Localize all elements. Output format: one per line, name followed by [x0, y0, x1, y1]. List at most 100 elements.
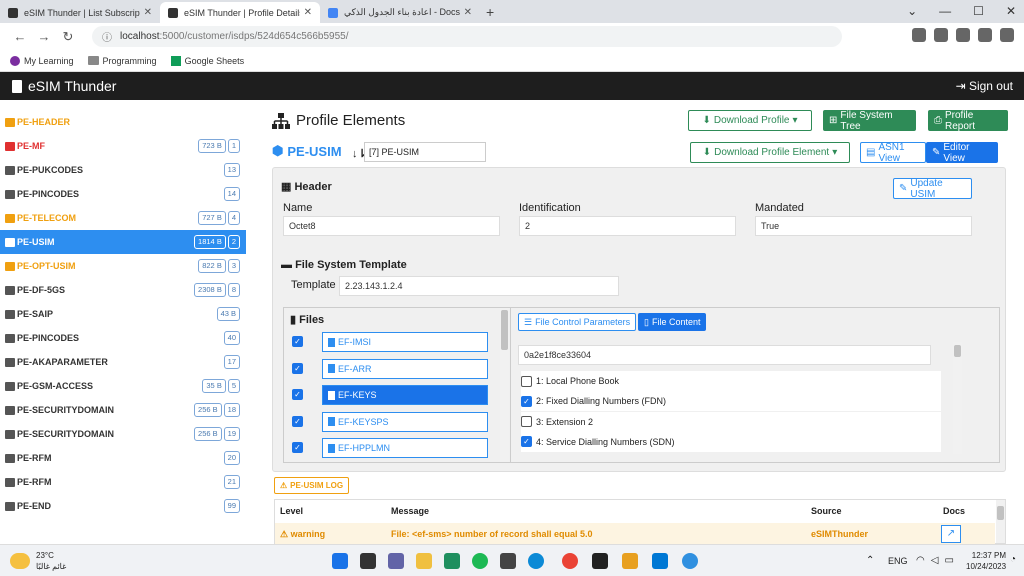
browser-tab-list-subscription[interactable]: eSIM Thunder | List Subscription ✕	[0, 2, 160, 23]
download-profile-element-button[interactable]: ⬇ Download Profile Element ▾	[690, 142, 850, 163]
file-checkbox[interactable]: ✓	[292, 415, 303, 427]
profile-report-button[interactable]: ⎙ Profile Report	[928, 110, 1008, 132]
sidebar-item[interactable]: PE-SECURITYDOMAIN 256 B 18	[0, 398, 246, 422]
sidebar-item[interactable]: PE-RFM 20	[0, 446, 246, 470]
reload-icon[interactable]: ↻	[56, 29, 80, 45]
mandated-field[interactable]: True	[755, 216, 972, 236]
download-profile-button[interactable]: ⬇ Download Profile ▾	[688, 110, 812, 131]
spotify-icon[interactable]	[472, 553, 488, 569]
sidebar-item[interactable]: PE-USIM 1814 B2	[0, 230, 246, 254]
sidebar-item[interactable]: PE-GSM-ACCESS 35 B5	[0, 374, 246, 398]
sign-out-link[interactable]: ⇥ Sign out	[956, 79, 1013, 93]
file-button[interactable]: EF-HPPLMN	[322, 438, 488, 458]
search-icon[interactable]	[360, 553, 376, 569]
notification-icon[interactable]: ◔	[1010, 554, 1016, 565]
tab-file-content[interactable]: ▯ File Content	[638, 313, 707, 331]
map-app-icon[interactable]	[444, 553, 460, 569]
system-tray[interactable]: ◠ ◁ ▭	[916, 555, 954, 566]
site-info-icon[interactable]: ⓘ	[102, 29, 112, 44]
url-input[interactable]: ⓘ localhost:5000/customer/isdps/524d654c…	[92, 26, 842, 47]
maximize-icon[interactable]: ☐	[973, 4, 984, 18]
minimize-icon[interactable]: —	[939, 4, 951, 18]
service-row[interactable]: 3: Extension 2	[521, 411, 941, 432]
app-icon[interactable]	[682, 553, 698, 569]
file-checkbox[interactable]: ✓	[292, 389, 303, 400]
translate-icon[interactable]	[912, 28, 926, 42]
name-field[interactable]: Octet8	[283, 216, 500, 236]
bookmark-star-icon[interactable]	[956, 28, 970, 42]
close-tab-icon[interactable]: ✕	[144, 7, 152, 18]
clock[interactable]: 12:37 PM 10/24/2023	[966, 550, 1006, 572]
sidebar-item[interactable]: PE-SECURITYDOMAIN 256 B 19	[0, 422, 246, 446]
update-usim-button[interactable]: ✎ Update USIM	[893, 178, 972, 200]
folder-icon[interactable]	[622, 553, 638, 569]
service-row[interactable]: ✓ 4: Service Dialling Numbers (SDN)	[521, 431, 941, 452]
file-checkbox[interactable]: ✓	[292, 362, 303, 374]
content-scroll-thumb[interactable]	[954, 345, 961, 357]
sidebar-item[interactable]: PE-OPT-USIM 822 B3	[0, 254, 246, 278]
file-button[interactable]: EF-ARR	[322, 358, 488, 379]
tab-search-icon[interactable]: ⌄	[907, 4, 917, 18]
file-button[interactable]: EF-KEYSPS	[322, 411, 488, 432]
sidebar-item[interactable]: PE-RFM 21	[0, 470, 246, 494]
file-system-tree-button[interactable]: ⊞ File System Tree	[823, 110, 916, 132]
share-icon[interactable]	[934, 28, 948, 42]
sidebar-item[interactable]: PE-END 99	[0, 494, 246, 518]
vscode-icon[interactable]	[652, 553, 668, 569]
browser-tab-profile-details[interactable]: eSIM Thunder | Profile Details ✕	[160, 2, 320, 23]
sidebar-item[interactable]: PE-PINCODES 14	[0, 182, 246, 206]
back-icon[interactable]: ←	[8, 29, 32, 44]
new-tab-icon[interactable]: +	[486, 4, 494, 20]
sidebar-item[interactable]: PE-SAIP 43 B	[0, 302, 246, 326]
app-brand[interactable]: eSIM Thunder	[12, 78, 116, 94]
pe-select-input[interactable]: [7] PE-USIM	[364, 142, 486, 162]
weather-widget[interactable]: 23°C غائم غالبًا	[10, 550, 66, 572]
sidebar-item[interactable]: PE-PUKCODES 13	[0, 158, 246, 182]
pe-log-button[interactable]: ⚠ PE-USIM LOG	[274, 477, 350, 494]
service-row[interactable]: 1: Local Phone Book	[521, 371, 941, 391]
sidebar-item[interactable]: PE-HEADER	[0, 110, 246, 134]
terminal-icon[interactable]	[500, 553, 516, 569]
sidebar-item[interactable]: PE-PINCODES 40	[0, 326, 246, 350]
start-icon[interactable]	[332, 553, 348, 569]
chrome-icon[interactable]	[562, 553, 578, 569]
service-checkbox[interactable]: ✓	[521, 395, 532, 407]
forward-icon[interactable]: →	[32, 29, 56, 44]
service-checkbox[interactable]	[521, 375, 532, 387]
close-window-icon[interactable]: ✕	[1006, 4, 1016, 18]
tab-file-control-parameters[interactable]: ☰ File Control Parameters	[518, 313, 637, 331]
file-button[interactable]: EF-KEYS	[322, 385, 488, 405]
files-scroll-thumb[interactable]	[501, 310, 508, 350]
bookmark-google-sheets[interactable]: Google Sheets	[170, 55, 244, 66]
file-checkbox[interactable]: ✓	[292, 336, 303, 347]
editor-view-button[interactable]: ✎ Editor View	[926, 142, 998, 164]
console-icon[interactable]	[592, 553, 608, 569]
template-field[interactable]: 2.23.143.1.2.4	[339, 276, 619, 296]
service-checkbox[interactable]	[521, 416, 532, 428]
asn1-view-button[interactable]: ▤ ASN1 View	[860, 142, 926, 164]
bookmark-programming[interactable]: Programming	[87, 56, 157, 66]
file-explorer-icon[interactable]	[416, 553, 432, 569]
profile-avatar-icon[interactable]	[1000, 28, 1014, 42]
tray-chevron-icon[interactable]: ⌃	[866, 555, 874, 566]
close-tab-icon[interactable]: ✕	[304, 7, 312, 18]
extension-icon[interactable]	[978, 28, 992, 42]
bookmark-my-learning[interactable]: My Learning	[10, 55, 74, 66]
log-scroll-thumb[interactable]	[997, 506, 1004, 520]
file-button[interactable]: EF-IMSI	[322, 332, 488, 352]
close-tab-icon[interactable]: ✕	[464, 7, 472, 18]
teams-icon[interactable]	[388, 553, 404, 569]
edge-icon[interactable]	[528, 553, 544, 569]
content-scrollbar[interactable]	[953, 342, 962, 454]
external-link-icon[interactable]: ↗	[941, 525, 961, 543]
files-scrollbar[interactable]	[500, 308, 509, 462]
service-checkbox[interactable]: ✓	[521, 436, 532, 448]
log-scrollbar[interactable]	[996, 500, 1005, 543]
service-row[interactable]: ✓ 2: Fixed Dialling Numbers (FDN)	[521, 391, 941, 412]
content-hex-field[interactable]: 0a2e1f8ce33604	[518, 345, 931, 365]
browser-tab-docs[interactable]: اعادة بناء الجدول الذكي - Docs ✕	[320, 2, 480, 23]
sidebar-item[interactable]: PE-AKAPARAMETER 17	[0, 350, 246, 374]
sidebar-item[interactable]: PE-DF-5GS 2308 B8	[0, 278, 246, 302]
language-indicator[interactable]: ENG	[888, 556, 908, 566]
identification-field[interactable]: 2	[519, 216, 736, 236]
